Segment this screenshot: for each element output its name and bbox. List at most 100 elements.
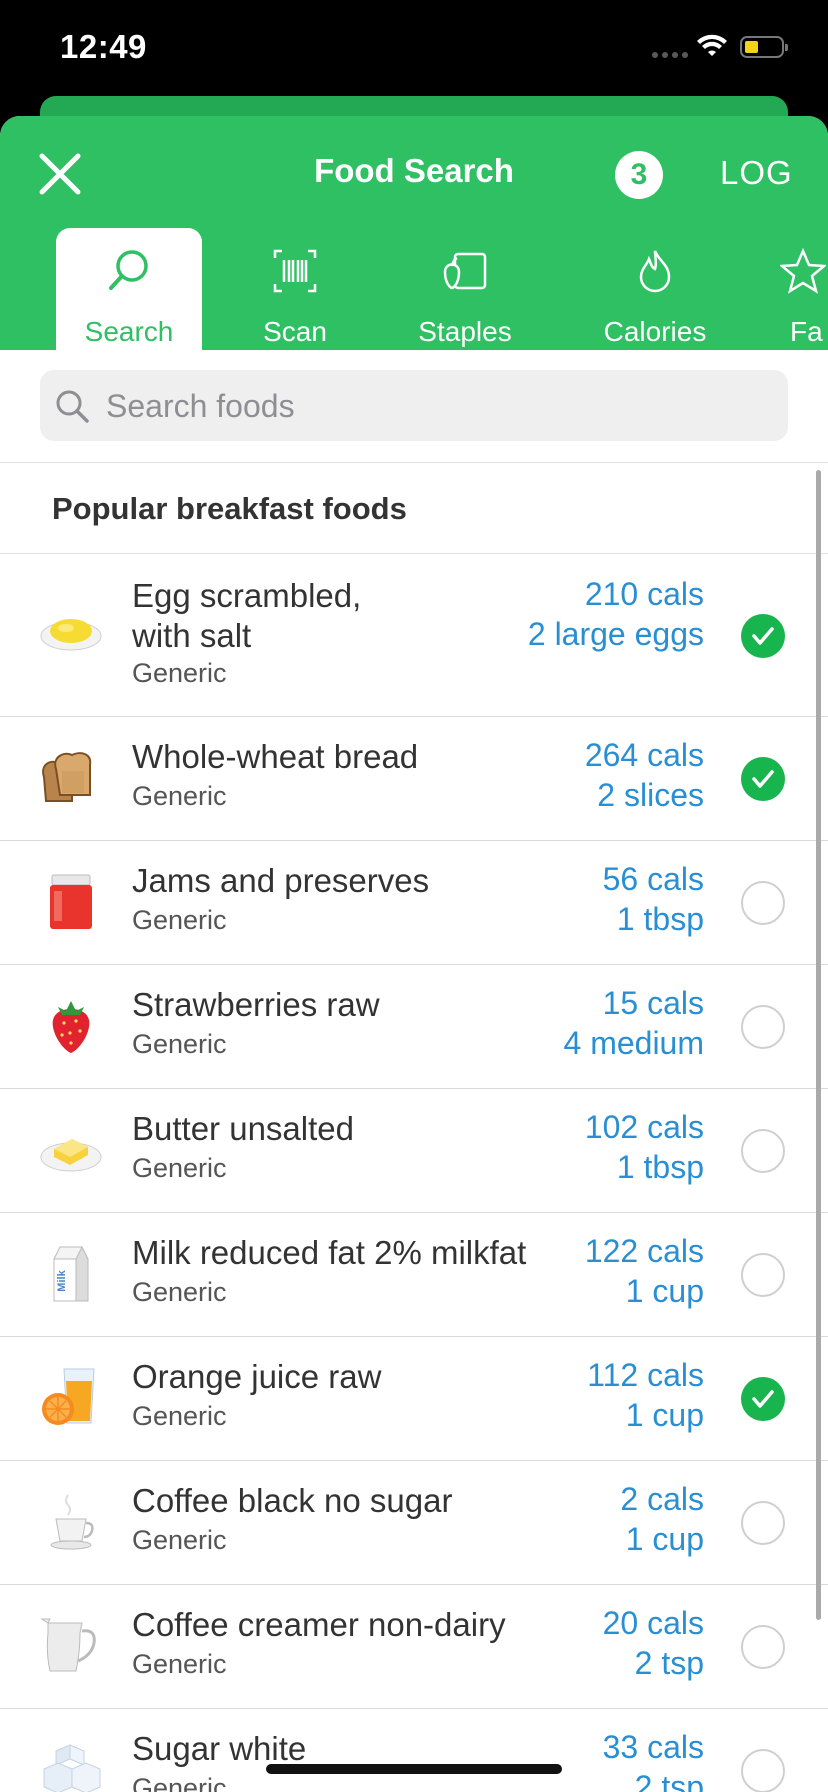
barcode-icon	[273, 249, 317, 293]
food-name: Strawberries raw	[132, 986, 380, 1023]
food-name: Coffee black no sugar	[132, 1482, 453, 1519]
jam-jar-icon	[50, 874, 92, 929]
food-list: Egg scrambled, with salt Generic 210 cals…	[0, 554, 828, 1792]
tab-calories[interactable]: Calories	[588, 228, 722, 350]
food-brand: Generic	[132, 781, 227, 811]
food-name: Jams and preserves	[132, 862, 430, 899]
tab-label: Fa	[790, 316, 823, 347]
food-serving: 2 slices	[597, 777, 704, 813]
food-brand: Generic	[132, 1153, 227, 1183]
list-item[interactable]: Strawberries raw Generic 15 cals 4 mediu…	[0, 965, 828, 1089]
food-name: Orange juice raw	[132, 1358, 382, 1395]
cellular-signal-icon	[652, 52, 688, 58]
milk-carton-icon: Milk	[53, 1245, 89, 1302]
scrollbar[interactable]	[816, 470, 821, 1620]
food-name: Butter unsalted	[132, 1110, 354, 1147]
search-bar[interactable]	[40, 370, 788, 443]
food-serving: 4 medium	[563, 1025, 705, 1061]
tab-search[interactable]: Search	[56, 228, 202, 350]
tab-favorites[interactable]: Fa	[758, 228, 828, 350]
food-calories: 210 cals	[584, 576, 704, 612]
food-brand: Generic	[132, 1277, 227, 1307]
home-indicator[interactable]	[266, 1764, 562, 1774]
food-serving: 2 large eggs	[527, 616, 704, 652]
bread-icon	[42, 752, 92, 802]
list-item[interactable]: Egg scrambled, with salt Generic 210 cals…	[0, 554, 828, 717]
unselected-circle-icon[interactable]	[741, 1625, 785, 1669]
food-serving: 2 tsp	[634, 1645, 704, 1681]
unselected-circle-icon[interactable]	[741, 1129, 785, 1173]
header: Food Search 3 LOG Search Scan Staples Ca…	[0, 116, 828, 350]
food-calories: 15 cals	[602, 985, 704, 1021]
food-calories: 2 cals	[620, 1481, 704, 1517]
scrambled-egg-icon	[40, 619, 102, 651]
list-item[interactable]: Sugar white Generic 33 cals 2 tsp	[0, 1709, 828, 1792]
list-item[interactable]: Whole-wheat bread Generic 264 cals 2 sli…	[0, 717, 828, 841]
list-item[interactable]: Orange juice raw Generic 112 cals 1 cup	[0, 1337, 828, 1461]
food-search-sheet: Food Search 3 LOG Search Scan Staples Ca…	[0, 116, 828, 1792]
food-calories: 56 cals	[602, 861, 704, 897]
food-brand: Generic	[132, 1773, 227, 1792]
sugar-cubes-icon	[43, 1744, 101, 1792]
food-serving: 2 tsp	[634, 1769, 704, 1792]
status-time: 12:49	[60, 28, 147, 65]
list-item[interactable]: Butter unsalted Generic 102 cals 1 tbsp	[0, 1089, 828, 1213]
strawberry-icon	[52, 1001, 90, 1053]
apple-basket-icon	[443, 252, 487, 290]
food-calories: 20 cals	[602, 1605, 704, 1641]
selected-check-icon[interactable]	[741, 757, 785, 801]
tab-scan[interactable]: Scan	[224, 228, 366, 350]
selected-check-icon[interactable]	[741, 614, 785, 658]
svg-text:Milk: Milk	[56, 1269, 68, 1291]
list-item[interactable]: Jams and preserves Generic 56 cals 1 tbs…	[0, 841, 828, 965]
food-calories: 33 cals	[602, 1729, 704, 1765]
divider	[0, 462, 828, 463]
food-calories: 122 cals	[584, 1233, 704, 1269]
food-calories: 112 cals	[587, 1357, 704, 1393]
list-item[interactable]: Coffee black no sugar Generic 2 cals 1 c…	[0, 1461, 828, 1585]
search-icon	[109, 250, 148, 290]
battery-icon	[740, 36, 788, 58]
butter-icon	[40, 1139, 102, 1172]
food-name: Sugar white	[132, 1730, 307, 1767]
unselected-circle-icon[interactable]	[741, 1501, 785, 1545]
food-serving: 1 cup	[625, 1397, 704, 1433]
wifi-icon	[697, 34, 727, 56]
tab-label: Scan	[263, 316, 327, 347]
selected-check-icon[interactable]	[741, 1377, 785, 1421]
selected-count-badge[interactable]: 3	[615, 151, 663, 199]
food-serving: 1 cup	[625, 1273, 704, 1309]
tab-label: Search	[84, 316, 174, 347]
food-name: Coffee creamer non-dairy	[132, 1606, 506, 1643]
tab-staples[interactable]: Staples	[398, 228, 532, 350]
food-name: Milk reduced fat 2% milkfat	[132, 1234, 527, 1271]
unselected-circle-icon[interactable]	[741, 881, 785, 925]
creamer-pitcher-icon	[40, 1618, 96, 1672]
unselected-circle-icon[interactable]	[741, 1005, 785, 1049]
tab-label: Staples	[418, 316, 512, 347]
section-title: Popular breakfast foods	[52, 491, 407, 526]
food-brand: Generic	[132, 905, 227, 935]
star-icon	[780, 248, 826, 294]
food-calories: 264 cals	[584, 737, 704, 773]
food-brand: Generic	[132, 1029, 227, 1059]
search-input[interactable]	[104, 370, 768, 443]
page-title: Food Search	[314, 152, 514, 189]
food-serving: 1 tbsp	[616, 1149, 704, 1185]
orange-juice-icon	[42, 1368, 95, 1425]
food-brand: Generic	[132, 658, 227, 688]
log-button[interactable]: LOG	[720, 154, 793, 192]
unselected-circle-icon[interactable]	[741, 1749, 785, 1792]
flame-icon	[639, 250, 671, 293]
list-item[interactable]: Milk Milk reduced fat 2% milkfat Generic…	[0, 1213, 828, 1337]
food-name: Egg scrambled, with salt	[132, 577, 362, 654]
food-serving: 1 tbsp	[616, 901, 704, 937]
list-item[interactable]: Coffee creamer non-dairy Generic 20 cals…	[0, 1585, 828, 1709]
unselected-circle-icon[interactable]	[741, 1253, 785, 1297]
food-calories: 102 cals	[584, 1109, 704, 1145]
food-serving: 1 cup	[625, 1521, 704, 1557]
food-brand: Generic	[132, 1649, 227, 1679]
tab-label: Calories	[603, 316, 707, 347]
food-brand: Generic	[132, 1401, 227, 1431]
status-bar: 12:49	[0, 0, 828, 100]
